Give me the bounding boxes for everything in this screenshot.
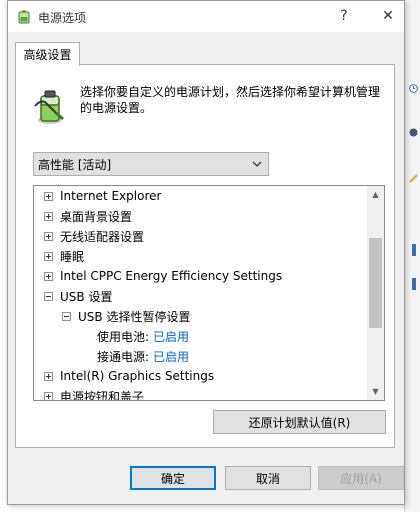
tree-item-usb-settings[interactable]: USB 设置: [44, 286, 112, 306]
tree-item-label: USB 选择性暂停设置: [78, 309, 191, 324]
power-plan-selected-value: 高性能 [活动]: [38, 157, 112, 172]
tree-item-label: 接通电源:: [97, 349, 150, 364]
tree-item-on-battery[interactable]: 使用电池: 已启用: [97, 326, 189, 346]
tree-item-intel-graphics[interactable]: Intel(R) Graphics Settings: [44, 366, 214, 386]
tree-item-label: 无线适配器设置: [60, 229, 145, 244]
tree-item-intel-cppc[interactable]: Intel CPPC Energy Efficiency Settings: [44, 266, 282, 286]
title-bar[interactable]: 电源选项 ? ✕: [8, 1, 404, 32]
tree-item-label: 桌面背景设置: [60, 209, 133, 224]
expand-plus-icon[interactable]: [44, 191, 53, 201]
tree-item-label: Intel(R) Graphics Settings: [60, 369, 215, 383]
ok-button[interactable]: 确定: [130, 466, 216, 490]
tree-item-wireless-adapter[interactable]: 无线适配器设置: [44, 226, 144, 246]
background-link-mark: [412, 244, 416, 256]
tree-item-label: 睡眠: [60, 249, 85, 264]
plan-description: 选择你要自定义的电源计划，然后选择你希望计算机管理的电源设置。: [80, 85, 381, 115]
tab-advanced-settings[interactable]: 高级设置: [15, 42, 80, 66]
background-tools-icon: [409, 174, 418, 183]
expand-plus-icon[interactable]: [44, 211, 53, 221]
collapse-minus-icon[interactable]: [44, 291, 53, 301]
tree-item-sleep[interactable]: 睡眠: [44, 246, 84, 266]
expand-plus-icon[interactable]: [44, 271, 53, 281]
tree-item-label: USB 设置: [60, 289, 113, 304]
apply-button[interactable]: 应用(A): [318, 466, 404, 490]
battery-plan-icon: [34, 90, 64, 124]
power-settings-tree[interactable]: Internet Explorer 桌面背景设置 无线适配器设置 睡眠 Inte…: [33, 185, 385, 401]
collapse-minus-icon[interactable]: [62, 311, 71, 321]
expand-plus-icon[interactable]: [44, 371, 53, 381]
scroll-up-arrow-icon[interactable]: ▲: [367, 186, 384, 203]
power-plan-select[interactable]: 高性能 [活动]: [33, 152, 269, 176]
tree-item-label: 电源按钮和盖子: [60, 389, 145, 401]
window-title: 电源选项: [38, 11, 87, 25]
expand-plus-icon[interactable]: [44, 231, 53, 241]
close-button[interactable]: ✕: [374, 4, 402, 28]
scrollbar-thumb[interactable]: [369, 238, 382, 328]
background-link-mark: [412, 278, 416, 290]
tree-item-desktop-background[interactable]: 桌面背景设置: [44, 206, 132, 226]
power-options-icon: [18, 10, 30, 24]
tree-item-label: Internet Explorer: [60, 189, 162, 203]
tree-item-label: 使用电池:: [97, 329, 150, 344]
background-globe-icon: [409, 128, 418, 137]
tree-item-label: Intel CPPC Energy Efficiency Settings: [60, 269, 283, 283]
tree-item-power-buttons-lid[interactable]: 电源按钮和盖子: [44, 386, 145, 401]
cancel-button[interactable]: 取消: [225, 466, 311, 490]
background-window: [404, 0, 420, 512]
tree-item-usb-selective-suspend[interactable]: USB 选择性暂停设置: [62, 306, 190, 326]
background-clock-icon: [409, 84, 418, 93]
chevron-down-icon: [252, 161, 262, 167]
scroll-down-arrow-icon[interactable]: ▼: [367, 383, 384, 400]
setting-value-link[interactable]: 已启用: [153, 348, 189, 365]
setting-value-link[interactable]: 已启用: [153, 328, 189, 345]
tree-item-internet-explorer[interactable]: Internet Explorer: [44, 186, 161, 206]
tree-item-plugged-in[interactable]: 接通电源: 已启用: [97, 346, 189, 366]
expand-plus-icon[interactable]: [44, 251, 53, 261]
tree-scrollbar[interactable]: ▲ ▼: [367, 186, 384, 400]
expand-plus-icon[interactable]: [44, 391, 53, 400]
restore-defaults-button[interactable]: 还原计划默认值(R): [213, 410, 386, 434]
help-button[interactable]: ?: [330, 4, 358, 28]
